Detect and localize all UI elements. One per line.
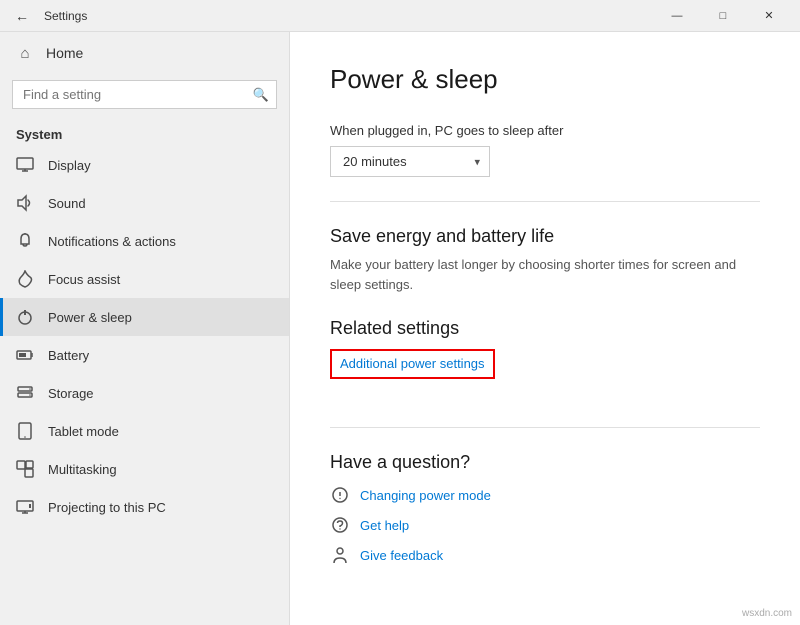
sleep-label: When plugged in, PC goes to sleep after (330, 123, 760, 138)
sidebar-label-focus: Focus assist (48, 272, 120, 287)
related-settings-section: Related settings Additional power settin… (330, 318, 760, 403)
related-settings-title: Related settings (330, 318, 760, 339)
display-icon (16, 156, 34, 174)
focus-icon (16, 270, 34, 288)
additional-power-link-box: Additional power settings (330, 349, 495, 379)
sidebar-label-display: Display (48, 158, 91, 173)
sleep-select[interactable]: 20 minutes 5 minutes 10 minutes 15 minut… (330, 146, 490, 177)
multitasking-icon (16, 460, 34, 478)
home-icon: ⌂ (16, 44, 34, 62)
power-icon (16, 308, 34, 326)
sidebar-label-power: Power & sleep (48, 310, 132, 325)
section-divider-2 (330, 427, 760, 428)
back-button[interactable]: ← (8, 2, 36, 30)
link-icon-1 (330, 485, 350, 505)
give-feedback-link[interactable]: Give feedback (330, 545, 760, 565)
save-energy-desc: Make your battery last longer by choosin… (330, 255, 760, 294)
battery-icon (16, 346, 34, 364)
sleep-setting-row: When plugged in, PC goes to sleep after … (330, 123, 760, 177)
get-help-label: Get help (360, 518, 409, 533)
get-help-link[interactable]: Get help (330, 515, 760, 535)
sleep-select-wrapper: 20 minutes 5 minutes 10 minutes 15 minut… (330, 146, 490, 177)
sidebar-label-storage: Storage (48, 386, 94, 401)
sound-icon (16, 194, 34, 212)
minimize-button[interactable]: — (654, 0, 700, 32)
sidebar-section-title: System (0, 119, 289, 146)
storage-icon (16, 384, 34, 402)
changing-power-mode-label: Changing power mode (360, 488, 491, 503)
search-icon: 🔍 (253, 87, 269, 103)
sidebar-label-battery: Battery (48, 348, 89, 363)
get-help-icon (330, 515, 350, 535)
notifications-icon (16, 232, 34, 250)
sidebar-label-notifications: Notifications & actions (48, 234, 176, 249)
sidebar-home-label: Home (46, 45, 83, 61)
sidebar: ⌂ Home 🔍 System Display (0, 32, 290, 625)
section-divider-1 (330, 201, 760, 202)
title-bar: ← Settings — □ ✕ (0, 0, 800, 32)
sidebar-item-home[interactable]: ⌂ Home (0, 32, 289, 74)
changing-power-mode-link[interactable]: Changing power mode (330, 485, 760, 505)
sidebar-item-focus[interactable]: Focus assist (0, 260, 289, 298)
have-question-section: Have a question? Changing power mode (330, 452, 760, 565)
save-energy-title: Save energy and battery life (330, 226, 760, 247)
sidebar-label-multitasking: Multitasking (48, 462, 117, 477)
sidebar-label-sound: Sound (48, 196, 86, 211)
give-feedback-icon (330, 545, 350, 565)
page-title: Power & sleep (330, 64, 760, 95)
window-controls: — □ ✕ (654, 0, 792, 32)
sidebar-label-tablet: Tablet mode (48, 424, 119, 439)
close-button[interactable]: ✕ (746, 0, 792, 32)
projecting-icon (16, 498, 34, 516)
additional-power-settings-link[interactable]: Additional power settings (340, 356, 485, 371)
sidebar-label-projecting: Projecting to this PC (48, 500, 166, 515)
sidebar-search-container: 🔍 (12, 80, 277, 109)
main-content: Power & sleep When plugged in, PC goes t… (290, 32, 800, 625)
search-input[interactable] (12, 80, 277, 109)
have-question-title: Have a question? (330, 452, 760, 473)
sidebar-item-sound[interactable]: Sound (0, 184, 289, 222)
watermark: wsxdn.com (742, 608, 792, 619)
sidebar-item-multitasking[interactable]: Multitasking (0, 450, 289, 488)
save-energy-section: Save energy and battery life Make your b… (330, 226, 760, 294)
maximize-button[interactable]: □ (700, 0, 746, 32)
sidebar-item-storage[interactable]: Storage (0, 374, 289, 412)
sidebar-item-display[interactable]: Display (0, 146, 289, 184)
sidebar-item-projecting[interactable]: Projecting to this PC (0, 488, 289, 526)
app-title: Settings (44, 9, 654, 23)
give-feedback-label: Give feedback (360, 548, 443, 563)
tablet-icon (16, 422, 34, 440)
app-container: ⌂ Home 🔍 System Display (0, 32, 800, 625)
sidebar-item-tablet[interactable]: Tablet mode (0, 412, 289, 450)
sidebar-item-notifications[interactable]: Notifications & actions (0, 222, 289, 260)
sidebar-item-power[interactable]: Power & sleep (0, 298, 289, 336)
sidebar-item-battery[interactable]: Battery (0, 336, 289, 374)
